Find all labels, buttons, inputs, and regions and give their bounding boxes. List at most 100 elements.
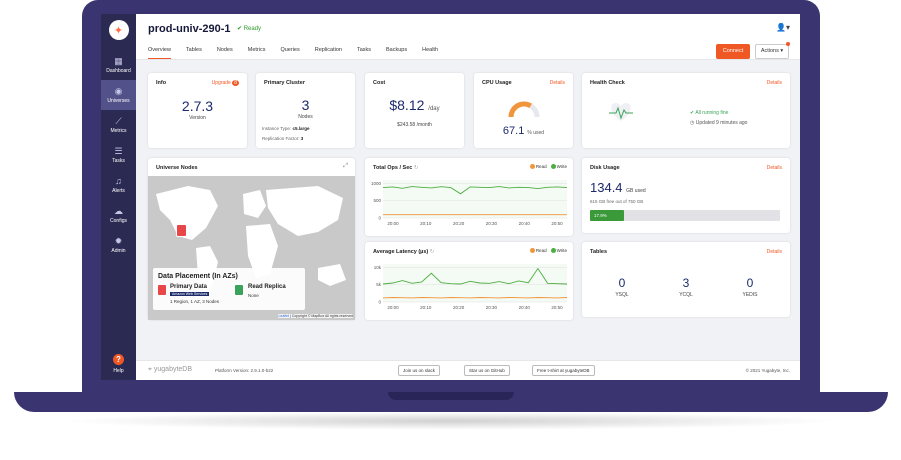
legend-write: Write xyxy=(556,164,567,169)
slack-button[interactable]: Join us on slack xyxy=(398,365,441,376)
total-ops-card: Total Ops / Sec ↻ Read Write 1000 500 0 20:0… xyxy=(365,158,573,236)
dashboard-icon: ▦ xyxy=(114,56,123,66)
y-tick-label: 0 xyxy=(378,216,381,221)
health-status: ✔ All running fine xyxy=(690,110,729,116)
x-tick-label: 20:00 xyxy=(387,305,399,310)
universe-nodes-card: Universe Nodes ⤢ Data Placement (In AZs)… xyxy=(148,158,355,320)
provider-badge: Amazon Web Services xyxy=(170,292,210,296)
actions-button[interactable]: Actions ▾ xyxy=(755,44,789,59)
connect-button[interactable]: Connect xyxy=(716,44,750,59)
list-icon: ☰ xyxy=(114,146,123,156)
sidebar-item-label: Admin xyxy=(111,248,126,254)
refresh-icon[interactable]: ↻ xyxy=(430,249,435,255)
sidebar-item-universes[interactable]: ◉ Universes xyxy=(101,80,136,110)
primary-cluster-card: Primary Cluster 3 Nodes Instance Type: c… xyxy=(256,73,355,148)
rf-value: 3 xyxy=(300,136,304,141)
sidebar-item-metrics[interactable]: ⟋ Metrics xyxy=(101,110,136,140)
heart-pulse-icon xyxy=(609,103,633,121)
latency-chart: 10k 5k 0 20:00 20:10 20:20 20:30 20:40 20:50 xyxy=(374,264,568,310)
sidebar-item-alerts[interactable]: ♫ Alerts xyxy=(101,170,136,200)
sidebar-item-admin[interactable]: ✹ Admin xyxy=(101,230,136,260)
logo-icon[interactable]: ✦ xyxy=(108,20,129,40)
x-tick-label: 20:40 xyxy=(519,221,531,226)
sidebar-item-configs[interactable]: ☁ Configs xyxy=(101,200,136,230)
read-legend-dot xyxy=(529,248,535,254)
table-count-yedis: 0 YEDIS xyxy=(720,276,780,298)
tshirt-button[interactable]: Free t-shirt at yugabyteDB xyxy=(532,365,595,376)
leaflet-link[interactable]: Leaflet xyxy=(278,314,289,318)
user-icon[interactable]: 👤▾ xyxy=(776,23,790,32)
plot-area xyxy=(383,180,567,218)
cpu-details-link[interactable]: Details xyxy=(550,80,565,86)
main: prod-univ-290-1 ✔ Ready 👤▾ Overview Table… xyxy=(136,14,800,380)
refresh-icon[interactable]: ↻ xyxy=(414,165,419,171)
gauge-fill xyxy=(508,101,532,118)
tab-tables[interactable]: Tables xyxy=(186,47,202,59)
table-count-value: 0 xyxy=(618,276,626,290)
tab-replication[interactable]: Replication xyxy=(315,47,342,59)
cpu-gauge xyxy=(508,101,540,118)
laptop-shadow xyxy=(60,412,840,430)
tab-bar: Overview Tables Nodes Metrics Queries Replica… xyxy=(148,47,453,59)
table-count-ysql: 0 YSQL xyxy=(592,276,652,298)
x-tick-label: 20:50 xyxy=(551,305,563,310)
legend-read: Read xyxy=(535,248,547,253)
world-map[interactable]: Data Placement (In AZs) Primary Data Ama… xyxy=(148,176,355,320)
x-tick-label: 20:40 xyxy=(519,305,531,310)
tab-tasks[interactable]: Tasks xyxy=(357,47,371,59)
tables-card: Tables Details 0 YSQL 3 YCQL 0 YEDIS xyxy=(582,242,790,317)
instance-label: Instance Type: xyxy=(262,126,292,131)
replica-db-icon xyxy=(235,285,243,295)
credit-text: | Copyright © MapBox All rights reserved xyxy=(289,314,353,318)
cloud-icon: ☁ xyxy=(114,206,123,216)
table-count-ycql: 3 YCQL xyxy=(656,276,716,298)
cpu-number: 67.1 xyxy=(502,125,525,137)
status-badge: ✔ Ready xyxy=(237,26,262,32)
expand-icon[interactable]: ⤢ xyxy=(343,163,348,170)
disk-details-link[interactable]: Details xyxy=(767,165,782,171)
x-tick-label: 20:00 xyxy=(387,221,399,226)
primary-detail: 1 Region, 1 AZ, 3 Nodes xyxy=(170,299,220,304)
tab-backups[interactable]: Backups xyxy=(386,47,407,59)
tab-metrics[interactable]: Metrics xyxy=(248,47,266,59)
cost-unit: /day xyxy=(428,106,440,112)
disk-progress-fill: 17.9% xyxy=(590,210,624,221)
tab-nodes[interactable]: Nodes xyxy=(217,47,233,59)
instance-value: c5.large xyxy=(292,126,310,131)
header: prod-univ-290-1 ✔ Ready 👤▾ Overview Table… xyxy=(136,14,800,60)
disk-unit: GB used xyxy=(626,188,646,194)
tab-queries[interactable]: Queries xyxy=(280,47,299,59)
version-number: 2.7.3 xyxy=(181,98,214,114)
notification-dot xyxy=(786,42,790,46)
yugabyte-logo: ⌖ yugabyteDB xyxy=(148,366,193,373)
version-label: Version xyxy=(189,115,206,121)
disk-pct: 17.9% xyxy=(594,213,607,218)
info-card: Info Upgrade 8 2.7.3 Version xyxy=(148,73,247,148)
latency-legend: Read Write xyxy=(526,248,567,254)
tab-health[interactable]: Health xyxy=(422,47,438,59)
gear-icon: ✹ xyxy=(114,236,123,246)
data-placement-legend: Data Placement (In AZs) Primary Data Ama… xyxy=(153,268,305,310)
sidebar-item-tasks[interactable]: ☰ Tasks xyxy=(101,140,136,170)
health-updated: ◷ Updated 9 minutes ago xyxy=(690,120,748,126)
card-title: Tables xyxy=(590,249,608,255)
github-button[interactable]: Star us on GitHub xyxy=(464,365,510,376)
health-details-link[interactable]: Details xyxy=(767,80,782,86)
sidebar-item-dashboard[interactable]: ▦ Dashboard xyxy=(101,50,136,80)
card-title: Info xyxy=(156,80,167,86)
legend-write: Write xyxy=(556,248,567,253)
database-marker-icon[interactable] xyxy=(176,224,187,237)
disk-free: 615 GB free out of 750 GB xyxy=(590,199,644,204)
sidebar-item-label: Dashboard xyxy=(106,68,131,74)
table-count-label: YCQL xyxy=(679,292,693,298)
y-tick-label: 1000 xyxy=(371,181,382,186)
disk-usage-card: Disk Usage Details 134.4 GB used 615 GB … xyxy=(582,158,790,233)
instance-row: Instance Type: c5.large xyxy=(262,126,309,131)
tab-overview[interactable]: Overview xyxy=(148,47,171,59)
tables-details-link[interactable]: Details xyxy=(767,249,782,255)
upgrade-link[interactable]: Upgrade 8 xyxy=(212,80,239,86)
y-tick-label: 500 xyxy=(373,198,381,203)
help-button[interactable]: ? Help xyxy=(101,354,136,374)
ops-chart: 1000 500 0 20:00 20:10 20:20 20:30 20:40 20:50 xyxy=(371,180,568,226)
health-status-text: All running fine xyxy=(695,110,729,116)
